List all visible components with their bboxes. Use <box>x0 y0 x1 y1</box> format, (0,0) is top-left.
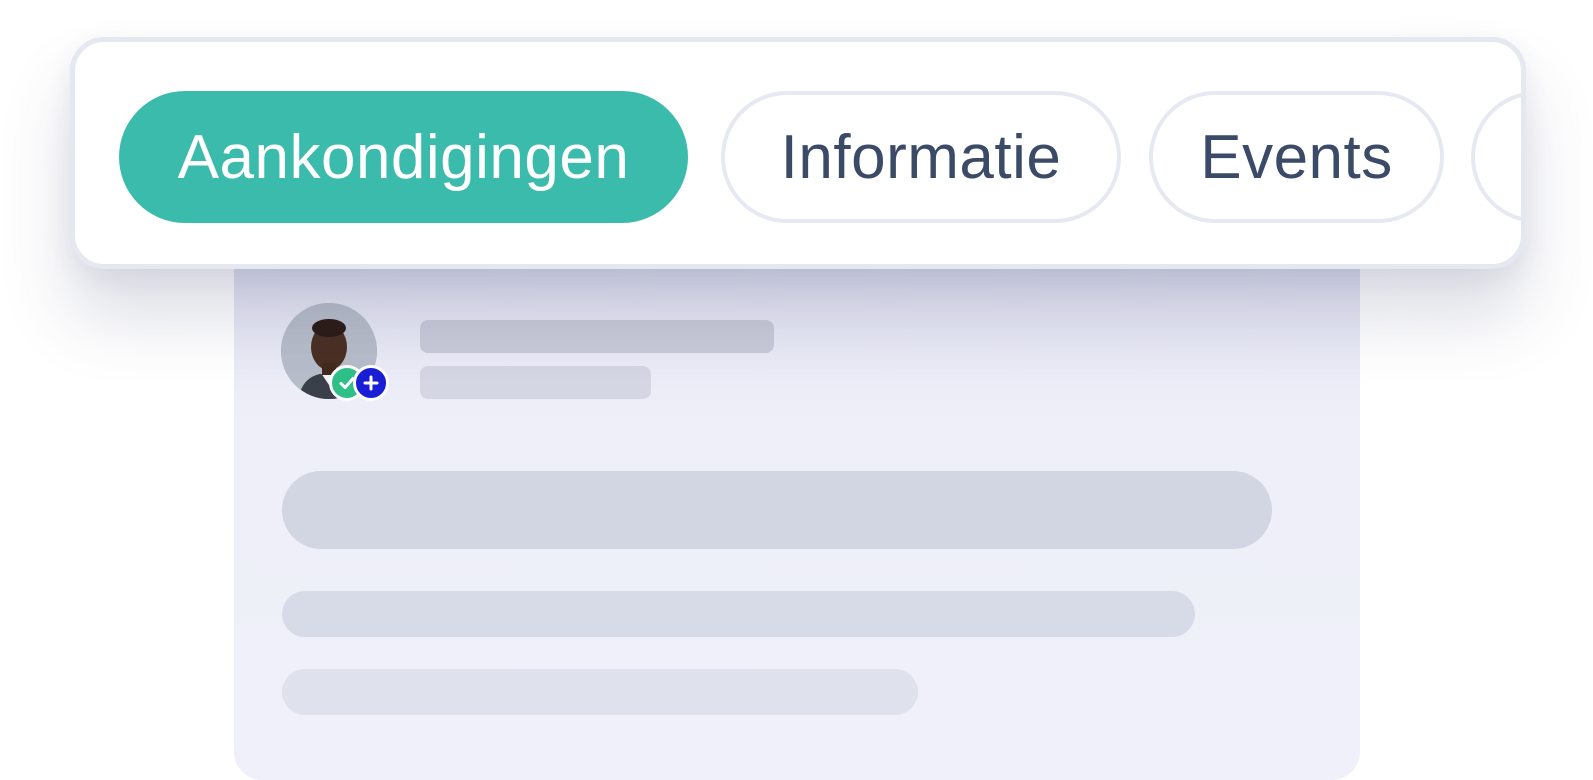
tab-label: Events <box>1200 122 1393 192</box>
tab-informatie[interactable]: Informatie <box>721 91 1121 223</box>
category-tab-bar: Aankondigingen Informatie Events <box>70 37 1526 269</box>
tab-events[interactable]: Events <box>1149 91 1444 223</box>
author-name-placeholder <box>420 320 774 353</box>
stage: Aankondigingen Informatie Events <box>0 0 1593 780</box>
author-avatar-group[interactable] <box>281 303 389 403</box>
post-text-placeholder-line <box>282 591 1195 637</box>
post-title-placeholder <box>282 471 1272 549</box>
author-meta-placeholder <box>420 366 651 399</box>
tab-more[interactable] <box>1471 91 1521 223</box>
tab-list: Aankondigingen Informatie Events <box>75 42 1521 264</box>
tab-aankondigingen[interactable]: Aankondigingen <box>119 91 688 223</box>
follow-plus-icon[interactable] <box>353 365 389 401</box>
post-text-placeholder-line <box>282 669 918 715</box>
tab-label: Informatie <box>780 122 1062 192</box>
tab-label: Aankondigingen <box>177 122 630 192</box>
